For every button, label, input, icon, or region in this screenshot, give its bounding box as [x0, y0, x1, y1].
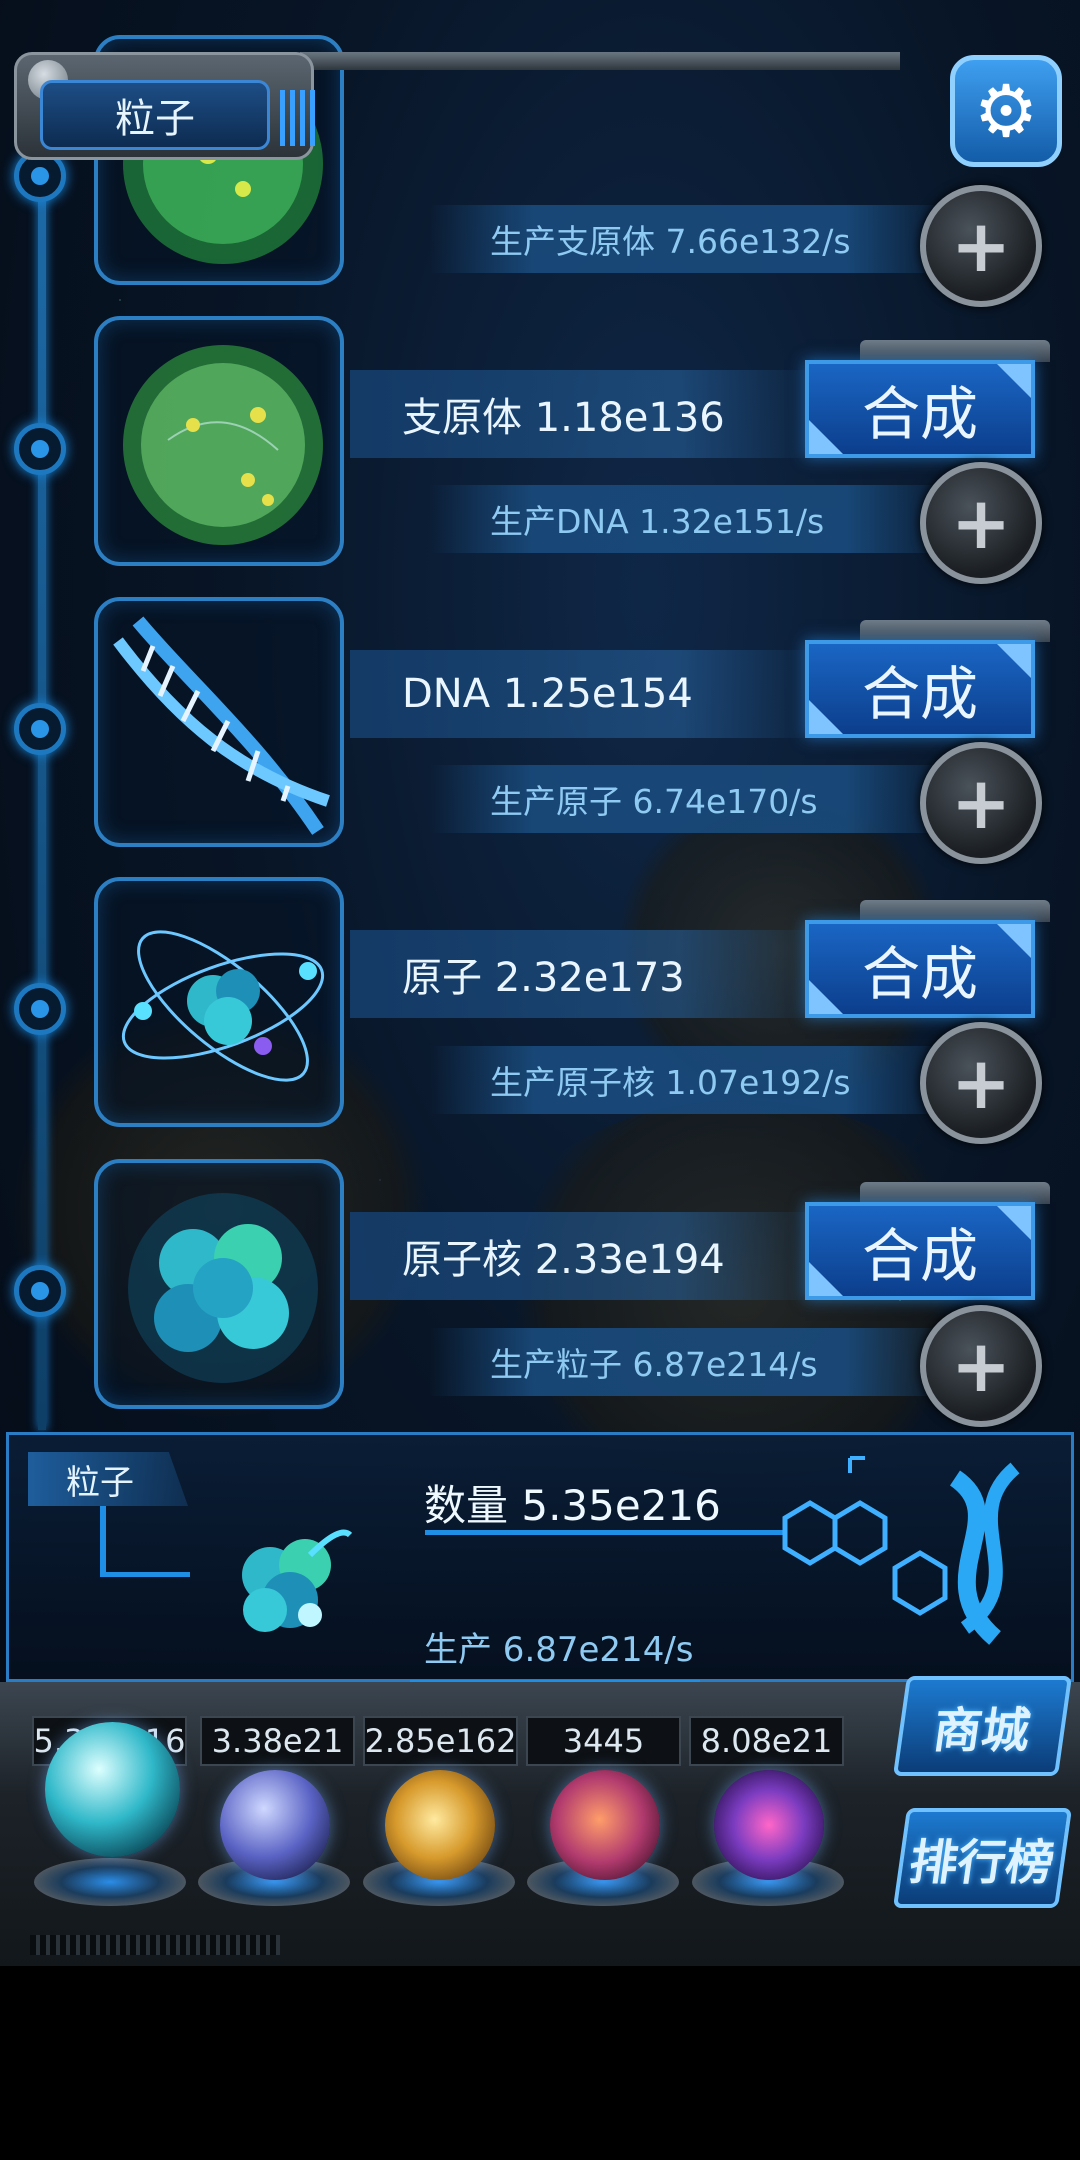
- galaxy-orb-icon[interactable]: [385, 1770, 495, 1880]
- dna-icon: [113, 616, 330, 835]
- synth-button-3[interactable]: 合成: [805, 920, 1035, 1018]
- unit-production: 生产 6.87e214/s: [424, 1622, 694, 1671]
- vortex-orb-icon[interactable]: [714, 1770, 824, 1880]
- circuit-line: [100, 1572, 190, 1577]
- unit-name-bar-3: 原子 2.32e173: [350, 930, 820, 1018]
- ranking-button[interactable]: 排行榜: [892, 1808, 1073, 1908]
- unit-name: 支原体 1.18e136: [402, 395, 725, 441]
- production-text: 生产原子 6.74e170/s: [490, 782, 818, 821]
- upgrade-plus-button-4[interactable]: +: [920, 1305, 1042, 1427]
- brain-orb-icon[interactable]: [550, 1770, 660, 1880]
- unit-count: 数量 5.35e216: [424, 1472, 721, 1533]
- resource-value-1: 3.38e21: [200, 1716, 355, 1766]
- header-frame-bar: [300, 52, 900, 70]
- production-bar-3: 生产原子核 1.07e192/s: [430, 1046, 950, 1114]
- upgrade-plus-button-0[interactable]: +: [920, 185, 1042, 307]
- resource-value-text: 3445: [562, 1722, 645, 1760]
- current-unit-label-text: 粒子: [66, 1462, 134, 1503]
- resource-value-3: 3445: [526, 1716, 681, 1766]
- plus-icon: +: [950, 481, 1012, 565]
- synth-button-2[interactable]: 合成: [805, 640, 1035, 738]
- particle-orb-icon[interactable]: [45, 1722, 180, 1857]
- synth-button-cap: [860, 340, 1050, 362]
- upgrade-plus-button-2[interactable]: +: [920, 742, 1042, 864]
- unit-name: DNA 1.25e154: [402, 671, 693, 717]
- production-bar-2: 生产原子 6.74e170/s: [430, 765, 950, 833]
- dna-molecule-icon: [782, 1456, 1020, 1645]
- unit-name: 原子核 2.33e194: [402, 1237, 725, 1283]
- header-stripes: [280, 90, 316, 146]
- production-bar-4: 生产粒子 6.87e214/s: [430, 1328, 950, 1396]
- unit-frame-4[interactable]: [94, 1159, 344, 1409]
- settings-button[interactable]: ⚙: [950, 55, 1062, 167]
- production-text: 生产粒子 6.87e214/s: [490, 1345, 818, 1384]
- progress-trunk: [38, 150, 46, 1430]
- production-text: 生产支原体 7.66e132/s: [490, 222, 851, 261]
- synth-button-1[interactable]: 合成: [805, 360, 1035, 458]
- vent-grille: [30, 1935, 280, 1955]
- mycoplasma-icon: [123, 345, 323, 545]
- synth-button-cap: [860, 900, 1050, 922]
- atom-icon: [121, 930, 325, 1082]
- progress-node: [14, 1265, 66, 1317]
- plus-icon: +: [950, 1324, 1012, 1408]
- synth-label: 合成: [861, 380, 978, 448]
- page-title: 粒子: [40, 80, 270, 150]
- unit-name-bar-2: DNA 1.25e154: [350, 650, 820, 738]
- game-screen: 生产支原体 7.66e132/s + 支原体 1.18e136 合成 生产DNA…: [0, 0, 1080, 1966]
- upgrade-plus-button-1[interactable]: +: [920, 462, 1042, 584]
- plus-icon: +: [950, 1041, 1012, 1125]
- top-header: 粒子 ⚙: [0, 0, 1080, 175]
- resource-value-text: 3.38e21: [211, 1722, 344, 1760]
- production-bar-0: 生产支原体 7.66e132/s: [430, 205, 950, 273]
- unit-count-text: 数量 5.35e216: [424, 1481, 721, 1530]
- unit-name-bar-1: 支原体 1.18e136: [350, 370, 820, 458]
- shop-button[interactable]: 商城: [892, 1676, 1073, 1776]
- circuit-line: [100, 1506, 106, 1576]
- plus-icon: +: [950, 204, 1012, 288]
- progress-node: [14, 983, 66, 1035]
- ranking-button-label: 排行榜: [905, 1835, 1058, 1891]
- synth-button-4[interactable]: 合成: [805, 1202, 1035, 1300]
- synth-label: 合成: [861, 660, 978, 728]
- unit-production-text: 生产 6.87e214/s: [424, 1630, 694, 1670]
- plus-icon: +: [950, 761, 1012, 845]
- progress-node: [14, 423, 66, 475]
- orb-pedestal: [34, 1858, 186, 1906]
- page-title-text: 粒子: [115, 96, 195, 142]
- synth-label: 合成: [861, 940, 978, 1008]
- resource-value-text: 2.85e162: [364, 1722, 517, 1760]
- synth-button-cap: [860, 620, 1050, 642]
- unit-frame-3[interactable]: [94, 877, 344, 1127]
- progress-node: [14, 703, 66, 755]
- production-bar-1: 生产DNA 1.32e151/s: [430, 485, 950, 553]
- unit-name: 原子 2.32e173: [402, 955, 685, 1001]
- resource-value-text: 8.08e21: [700, 1722, 833, 1760]
- production-text: 生产DNA 1.32e151/s: [490, 502, 825, 541]
- unit-name-bar-4: 原子核 2.33e194: [350, 1212, 820, 1300]
- resource-value-4: 8.08e21: [689, 1716, 844, 1766]
- shop-button-label: 商城: [929, 1703, 1034, 1759]
- production-text: 生产原子核 1.07e192/s: [490, 1063, 851, 1102]
- nucleus-icon: [128, 1193, 318, 1383]
- unit-frame-1[interactable]: [94, 316, 344, 566]
- synth-button-cap: [860, 1182, 1050, 1204]
- resource-value-2: 2.85e162: [363, 1716, 518, 1766]
- gear-icon: ⚙: [973, 69, 1039, 153]
- particle-icon: [242, 1529, 353, 1632]
- synth-label: 合成: [861, 1222, 978, 1290]
- unit-frame-2[interactable]: [94, 597, 344, 847]
- upgrade-plus-button-3[interactable]: +: [920, 1022, 1042, 1144]
- lightning-orb-icon[interactable]: [220, 1770, 330, 1880]
- current-unit-label: 粒子: [28, 1452, 188, 1506]
